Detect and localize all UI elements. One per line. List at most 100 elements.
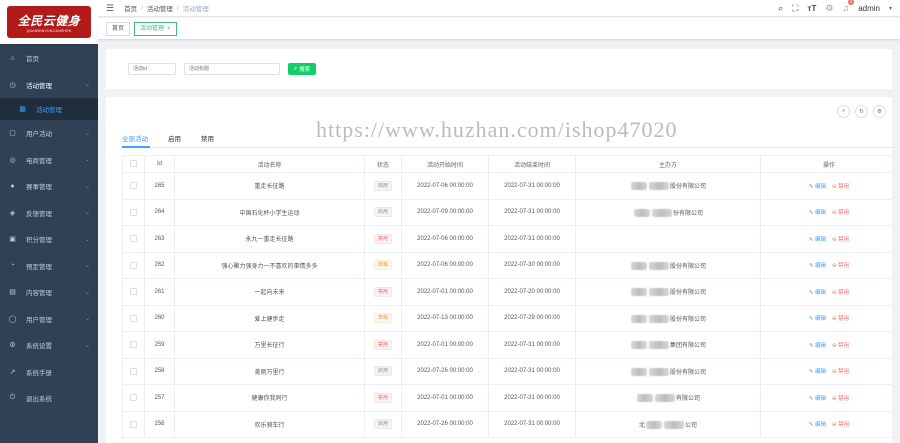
row-select-cell[interactable] xyxy=(122,410,145,438)
disable-button[interactable]: ⊖ 禁用 xyxy=(832,288,849,296)
edit-button[interactable]: ✎ 编辑 xyxy=(809,367,826,375)
logo[interactable]: 全民云健身 QUANMINYUNJIANSHEN xyxy=(0,0,98,45)
tab-enabled[interactable]: 启用 xyxy=(168,133,181,148)
disable-button[interactable]: ⊖ 禁用 xyxy=(832,341,849,349)
fullscreen-icon[interactable]: ⛶ xyxy=(792,3,798,14)
checkbox-icon[interactable] xyxy=(130,208,137,216)
sidebar-item[interactable]: ▣ 积分管理 ⌄ xyxy=(0,226,98,253)
edit-button[interactable]: ✎ 编辑 xyxy=(809,288,826,296)
select-all-header[interactable] xyxy=(122,155,145,173)
cell-id: 257 xyxy=(144,384,175,412)
sidebar-item[interactable]: ▤ 内容管理 ⌄ xyxy=(0,279,98,306)
search-button[interactable]: ⌕ 搜索 xyxy=(288,63,317,75)
table-row[interactable]: 256 欢乐骑车行 启用 2022-07-26 00:00:00 2022-07-31 … xyxy=(122,410,892,438)
sidebar-item-label: 反馈管理 xyxy=(26,210,52,218)
edit-button[interactable]: ✎ 编辑 xyxy=(809,182,826,190)
tab-active-indicator xyxy=(122,146,150,148)
sidebar-item[interactable]: ⏻ 退出系统 xyxy=(0,385,98,412)
cell-actions: ✎ 编辑 ⊖ 禁用 xyxy=(760,304,892,332)
checkbox-icon[interactable] xyxy=(130,420,137,428)
table-row[interactable]: 264 中国石化杯小学生运动 启用 2022-07-09 00:00:00 2022-0… xyxy=(122,198,892,226)
row-select-cell[interactable] xyxy=(122,172,145,200)
sidebar-item[interactable]: ◷ 活动管理 ⌄ xyxy=(0,72,98,99)
edit-button[interactable]: ✎ 编辑 xyxy=(809,261,826,269)
disable-button[interactable]: ⊖ 禁用 xyxy=(832,420,849,428)
edit-button[interactable]: ✎ 编辑 xyxy=(809,341,826,349)
checkbox-icon[interactable] xyxy=(130,160,137,168)
checkbox-icon[interactable] xyxy=(130,235,137,243)
checkbox-icon[interactable] xyxy=(130,314,137,322)
breadcrumb-parent[interactable]: 活动管理 xyxy=(147,3,173,13)
chevron-down-icon[interactable]: ▾ xyxy=(889,5,892,12)
cell-id: 265 xyxy=(144,172,175,200)
table-row[interactable]: 259 万里长征行 禁用 2022-07-01 00:00:00 2022-07-31 … xyxy=(122,331,892,359)
breadcrumb-home[interactable]: 首页 xyxy=(124,3,137,13)
sidebar-item[interactable]: ◔ 预定管理 ⌄ xyxy=(0,253,98,280)
checkbox-icon[interactable] xyxy=(130,341,137,349)
hamburger-icon[interactable]: ☰ xyxy=(106,3,114,14)
edit-button[interactable]: ✎ 编辑 xyxy=(809,235,826,243)
checkbox-icon[interactable] xyxy=(130,182,137,190)
row-select-cell[interactable] xyxy=(122,304,145,332)
sidebar-item[interactable]: ◎ 电商管理 ⌄ xyxy=(0,147,98,174)
table-row[interactable]: 257 健康你我同行 禁用 2022-07-01 00:00:00 2022-07-31… xyxy=(122,384,892,412)
sidebar-item[interactable]: ⚙ 系统设置 ⌄ xyxy=(0,332,98,359)
disable-button[interactable]: ⊖ 禁用 xyxy=(832,261,849,269)
cell-end-time: 2022-07-31 00:00:00 xyxy=(488,384,576,412)
cell-actions: ✎ 编辑 ⊖ 禁用 xyxy=(760,172,892,200)
sidebar-item[interactable]: ◯ 用户管理 ⌄ xyxy=(0,306,98,333)
table-row[interactable]: 260 爱上健步走 草稿 2022-07-13 00:00:00 2022-07-29 … xyxy=(122,304,892,332)
disable-button[interactable]: ⊖ 禁用 xyxy=(832,367,849,375)
checkbox-icon[interactable] xyxy=(130,261,137,269)
disable-button[interactable]: ⊖ 禁用 xyxy=(832,394,849,402)
row-select-cell[interactable] xyxy=(122,331,145,359)
table-row[interactable]: 262 强心聚力强身力一不喜欢的事情多多 草稿 2022-07-06 00:00:00… xyxy=(122,251,892,279)
row-select-cell[interactable] xyxy=(122,251,145,279)
columns-settings-icon[interactable]: ⚙ xyxy=(873,105,886,118)
checkbox-icon[interactable] xyxy=(130,288,137,296)
row-select-cell[interactable] xyxy=(122,198,145,226)
table-row[interactable]: 261 一起向未来 禁用 2022-07-01 00:00:00 2022-07-20 … xyxy=(122,278,892,306)
table-row[interactable]: 258 美丽万里行 启用 2022-07-26 00:00:00 2022-07-31 … xyxy=(122,357,892,385)
activity-id-input[interactable] xyxy=(128,63,176,75)
disable-button[interactable]: ⊖ 禁用 xyxy=(832,182,849,190)
table-row[interactable]: 265 重走长征路 启用 2022-07-06 00:00:00 2022-07-31 … xyxy=(122,172,892,200)
search-icon[interactable]: ⌕ xyxy=(778,3,783,14)
sidebar-item[interactable]: ⌂ 首页 xyxy=(0,45,98,72)
sidebar-item[interactable]: ▦ 活动管理 xyxy=(0,98,98,120)
tag-home[interactable]: 首页 xyxy=(106,21,131,36)
sidebar-item[interactable]: ↗ 系统手册 xyxy=(0,359,98,386)
row-select-cell[interactable] xyxy=(122,225,145,253)
row-select-cell[interactable] xyxy=(122,357,145,385)
edit-button[interactable]: ✎ 编辑 xyxy=(809,420,826,428)
bell-icon[interactable]: ♫ 3 xyxy=(842,0,855,13)
user-name[interactable]: admin xyxy=(858,4,880,13)
edit-label: 编辑 xyxy=(814,210,826,217)
sidebar-item[interactable]: ▢ 用户活动 ⌄ xyxy=(0,120,98,147)
tab-disabled[interactable]: 禁用 xyxy=(201,133,214,148)
font-size-icon[interactable]: тT xyxy=(808,4,817,13)
disable-button[interactable]: ⊖ 禁用 xyxy=(832,314,849,322)
refresh-icon[interactable]: ↻ xyxy=(855,105,868,118)
disable-button[interactable]: ⊖ 禁用 xyxy=(832,208,849,216)
checkbox-icon[interactable] xyxy=(130,394,137,402)
table-row[interactable]: 263 永九一重走长征路 禁用 2022-07-06 00:00:00 2022-07-… xyxy=(122,225,892,253)
row-select-cell[interactable] xyxy=(122,278,145,306)
tag-activity-manage[interactable]: 活动管理 × xyxy=(134,21,177,36)
edit-button[interactable]: ✎ 编辑 xyxy=(809,394,826,402)
activity-title-input[interactable] xyxy=(184,63,280,75)
settings-icon[interactable]: ⚙ xyxy=(825,3,833,14)
close-icon[interactable]: × xyxy=(167,26,171,32)
toggle-search-icon[interactable]: ⌕ xyxy=(837,105,850,118)
status-badge: 启用 xyxy=(373,419,392,430)
sidebar-item[interactable]: ◈ 反馈管理 ⌄ xyxy=(0,200,98,227)
cell-id: 258 xyxy=(144,357,175,385)
edit-button[interactable]: ✎ 编辑 xyxy=(809,208,826,216)
tabs-divider xyxy=(122,147,892,148)
checkbox-icon[interactable] xyxy=(130,367,137,375)
sidebar-item[interactable]: ● 赛事管理 ⌄ xyxy=(0,173,98,200)
disable-button[interactable]: ⊖ 禁用 xyxy=(832,235,849,243)
cell-id: 264 xyxy=(144,198,175,226)
edit-button[interactable]: ✎ 编辑 xyxy=(809,314,826,322)
row-select-cell[interactable] xyxy=(122,384,145,412)
